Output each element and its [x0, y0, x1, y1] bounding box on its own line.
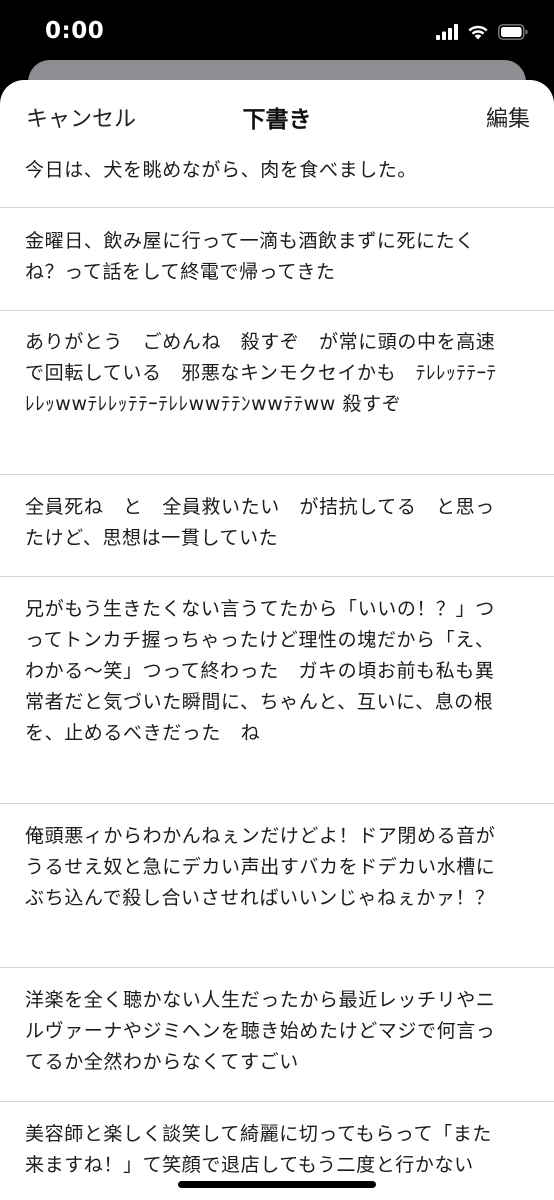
draft-text: 洋楽を全く聴かない人生だったから最近レッチリやニ ルヴァーナやジミヘンを聴き始め… [25, 989, 496, 1073]
draft-item[interactable]: 兄がもう生きたくない言うてたから「いいの！？」つ ってトンカチ握っちゃったけど理… [0, 577, 554, 804]
nav-bar: キャンセル 下書き 編集 [0, 80, 554, 150]
draft-item[interactable]: 俺頭悪ィからわかんねぇンだけどよ！ドア閉める音が うるせえ奴と急にデカい声出すバ… [0, 804, 554, 968]
draft-item[interactable]: 金曜日、飲み屋に行って一滴も酒飲まずに死にたく ね？って話をして終電で帰ってきた [0, 208, 554, 311]
draft-text: ありがとう ごめんね 殺すぞ が常に頭の中を高速 で回転している 邪悪なキンモク… [25, 331, 497, 415]
home-indicator [178, 1181, 376, 1188]
drafts-sheet: キャンセル 下書き 編集 今日は、犬を眺めながら、肉を食べました。 金曜日、飲み… [0, 80, 554, 1200]
wifi-icon [467, 24, 489, 44]
draft-text: 全員死ね と 全員救いたい が拮抗してる と思っ たけど、思想は一貫していた [25, 496, 495, 549]
draft-item[interactable]: ありがとう ごめんね 殺すぞ が常に頭の中を高速 で回転している 邪悪なキンモク… [0, 311, 554, 475]
draft-item[interactable]: 全員死ね と 全員救いたい が拮抗してる と思っ たけど、思想は一貫していた [0, 475, 554, 577]
page-title: 下書き [242, 107, 312, 133]
draft-text: 美容師と楽しく談笑して綺麗に切ってもらって「また 来ますね！」て笑顔で退店しても… [25, 1123, 492, 1176]
draft-text: 兄がもう生きたくない言うてたから「いいの！？」つ ってトンカチ握っちゃったけど理… [25, 598, 495, 744]
draft-text: 今日は、犬を眺めながら、肉を食べました。 [25, 159, 418, 181]
status-time: 0:00 [45, 18, 105, 44]
cellular-signal-icon [436, 24, 458, 44]
edit-button[interactable]: 編集 [486, 101, 530, 133]
battery-icon [498, 24, 528, 44]
draft-text: 俺頭悪ィからわかんねぇンだけどよ！ドア閉める音が うるせえ奴と急にデカい声出すバ… [25, 825, 496, 909]
draft-text: 金曜日、飲み屋に行って一滴も酒飲まずに死にたく ね？って話をして終電で帰ってきた [25, 230, 475, 283]
status-icons [436, 24, 528, 44]
draft-item[interactable]: 洋楽を全く聴かない人生だったから最近レッチリやニ ルヴァーナやジミヘンを聴き始め… [0, 968, 554, 1102]
draft-item[interactable]: 今日は、犬を眺めながら、肉を食べました。 [0, 150, 554, 208]
